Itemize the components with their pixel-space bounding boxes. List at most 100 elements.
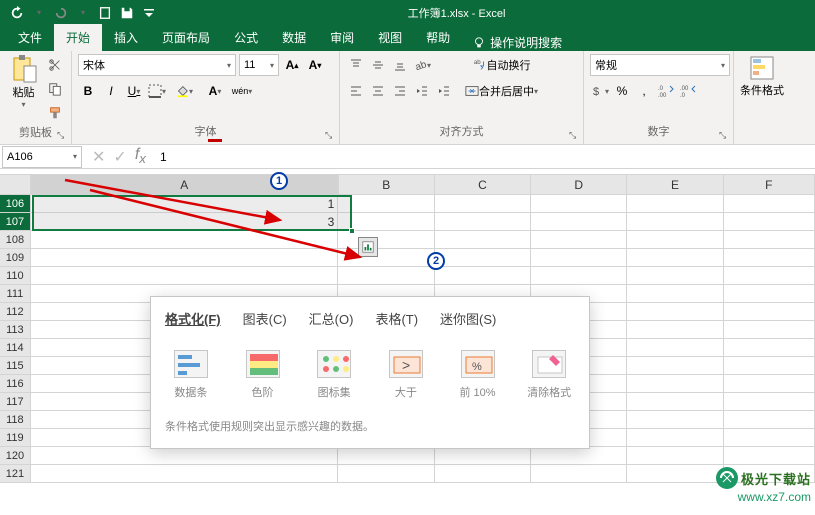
increase-decimal-button[interactable]: .0.00: [656, 80, 676, 102]
fill-handle[interactable]: [349, 228, 355, 234]
cell-F115[interactable]: [724, 357, 815, 375]
accept-formula-button[interactable]: ✓: [113, 147, 126, 167]
cell-C121[interactable]: [435, 465, 531, 483]
cell-A121[interactable]: [31, 465, 339, 483]
cell-E118[interactable]: [627, 411, 723, 429]
cell-D121[interactable]: [531, 465, 627, 483]
cell-D107[interactable]: [531, 213, 627, 231]
fill-color-button[interactable]: ▾: [170, 80, 198, 102]
cell-B121[interactable]: [338, 465, 434, 483]
align-right-button[interactable]: [390, 80, 410, 102]
cut-button[interactable]: [45, 54, 65, 76]
col-header-D[interactable]: D: [531, 175, 627, 194]
border-button[interactable]: ▾: [147, 80, 167, 102]
row-header-118[interactable]: 118: [0, 411, 31, 429]
cell-D106[interactable]: [531, 195, 627, 213]
align-left-button[interactable]: [346, 80, 366, 102]
qat-customize-icon[interactable]: [140, 4, 158, 22]
grow-font-button[interactable]: A▴: [282, 54, 302, 76]
cell-E108[interactable]: [627, 231, 723, 249]
tab-view[interactable]: 视图: [366, 24, 414, 51]
bold-button[interactable]: B: [78, 80, 98, 102]
cell-D109[interactable]: [531, 249, 627, 267]
popup-item-databar[interactable]: 数据条: [165, 350, 217, 400]
col-header-B[interactable]: B: [339, 175, 435, 194]
number-format-combo[interactable]: 常规▾: [590, 54, 730, 76]
row-header-112[interactable]: 112: [0, 303, 31, 321]
cell-B110[interactable]: [338, 267, 434, 285]
font-size-combo[interactable]: 11▾: [239, 54, 279, 76]
popup-tab-chart[interactable]: 图表(C): [243, 309, 287, 332]
merge-center-button[interactable]: 合并后居中 ▾: [458, 80, 545, 102]
cell-E113[interactable]: [627, 321, 723, 339]
cell-B109[interactable]: [338, 249, 434, 267]
underline-button[interactable]: U ▾: [124, 80, 144, 102]
tab-pagelayout[interactable]: 页面布局: [150, 24, 222, 51]
paste-button[interactable]: 粘贴 ▾: [6, 54, 41, 109]
row-header-116[interactable]: 116: [0, 375, 31, 393]
tab-file[interactable]: 文件: [6, 24, 54, 51]
cell-A120[interactable]: [31, 447, 339, 465]
select-all-button[interactable]: [0, 175, 31, 194]
format-painter-button[interactable]: [45, 102, 65, 124]
col-header-F[interactable]: F: [724, 175, 815, 194]
row-header-115[interactable]: 115: [0, 357, 31, 375]
cell-F116[interactable]: [724, 375, 815, 393]
tell-me-search[interactable]: 操作说明搜索: [462, 34, 572, 51]
cancel-formula-button[interactable]: ✕: [92, 147, 105, 167]
cell-A110[interactable]: [31, 267, 339, 285]
popup-item-top10[interactable]: % 前 10%: [452, 350, 504, 400]
row-header-110[interactable]: 110: [0, 267, 31, 285]
cell-D108[interactable]: [531, 231, 627, 249]
col-header-C[interactable]: C: [435, 175, 531, 194]
cell-F113[interactable]: [724, 321, 815, 339]
row-header-117[interactable]: 117: [0, 393, 31, 411]
font-launcher[interactable]: ⤡: [325, 130, 337, 142]
cell-E117[interactable]: [627, 393, 723, 411]
cell-E109[interactable]: [627, 249, 723, 267]
cell-E106[interactable]: [627, 195, 723, 213]
align-top-button[interactable]: [346, 54, 366, 76]
col-header-A[interactable]: A: [31, 175, 339, 194]
italic-button[interactable]: I: [101, 80, 121, 102]
new-doc-icon[interactable]: [96, 4, 114, 22]
save-icon[interactable]: [118, 4, 136, 22]
wrap-text-button[interactable]: ab 自动换行: [458, 54, 545, 76]
cell-E107[interactable]: [627, 213, 723, 231]
row-header-111[interactable]: 111: [0, 285, 31, 303]
popup-tab-format[interactable]: 格式化(F): [165, 309, 221, 332]
popup-item-colorscale[interactable]: 色阶: [237, 350, 289, 400]
cell-C109[interactable]: [435, 249, 531, 267]
cell-E121[interactable]: [627, 465, 723, 483]
redo-icon[interactable]: [52, 4, 70, 22]
alignment-launcher[interactable]: ⤡: [569, 130, 581, 142]
tab-formulas[interactable]: 公式: [222, 24, 270, 51]
row-header-119[interactable]: 119: [0, 429, 31, 447]
cell-D110[interactable]: [531, 267, 627, 285]
increase-indent-button[interactable]: [434, 80, 454, 102]
cell-F111[interactable]: [724, 285, 815, 303]
cell-C108[interactable]: [435, 231, 531, 249]
percent-button[interactable]: %: [612, 80, 632, 102]
comma-button[interactable]: ,: [634, 80, 654, 102]
cell-E111[interactable]: [627, 285, 723, 303]
cell-E116[interactable]: [627, 375, 723, 393]
cell-A109[interactable]: [31, 249, 339, 267]
number-launcher[interactable]: ⤡: [719, 130, 731, 142]
accounting-format-button[interactable]: $▾: [590, 80, 610, 102]
conditional-formatting-button[interactable]: 条件格式: [740, 54, 784, 98]
cell-F106[interactable]: [724, 195, 815, 213]
font-name-combo[interactable]: 宋体▾: [78, 54, 236, 76]
quick-analysis-button[interactable]: [358, 237, 378, 257]
cell-C120[interactable]: [435, 447, 531, 465]
popup-tab-sparkline[interactable]: 迷你图(S): [440, 309, 496, 332]
cell-F109[interactable]: [724, 249, 815, 267]
cell-F110[interactable]: [724, 267, 815, 285]
autosave-icon[interactable]: [8, 4, 26, 22]
tab-review[interactable]: 审阅: [318, 24, 366, 51]
insert-function-button[interactable]: fx: [135, 146, 146, 166]
cell-F118[interactable]: [724, 411, 815, 429]
cell-B106[interactable]: [338, 195, 434, 213]
cell-E112[interactable]: [627, 303, 723, 321]
cell-C107[interactable]: [435, 213, 531, 231]
